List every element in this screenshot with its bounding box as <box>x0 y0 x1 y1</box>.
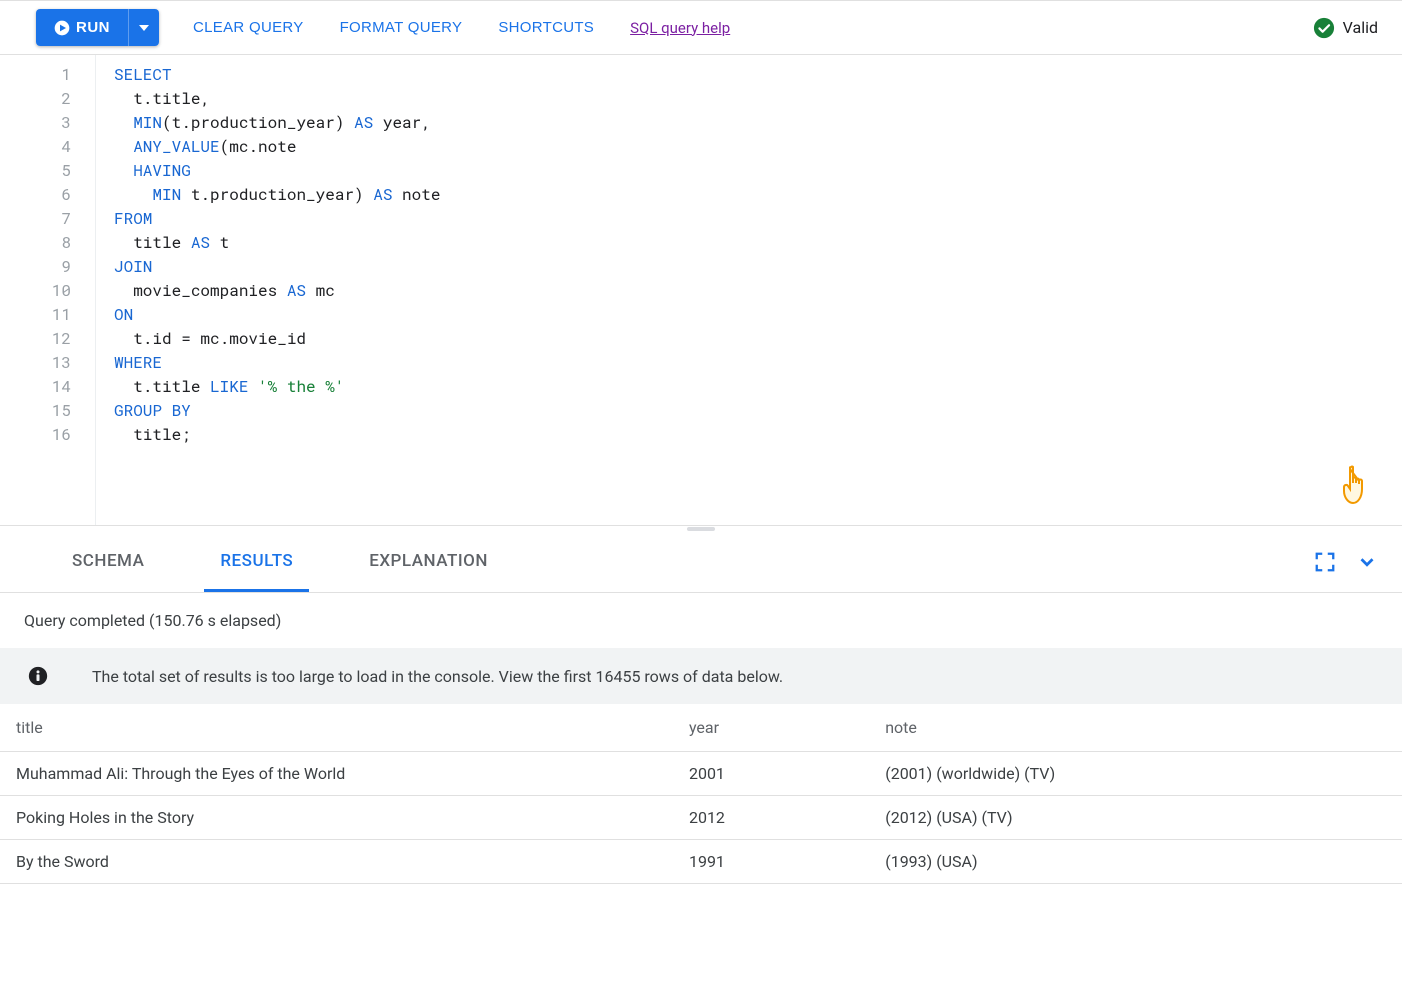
code-line[interactable]: MIN t.production_year) AS note <box>114 183 1402 207</box>
line-number: 2 <box>0 87 71 111</box>
table-row[interactable]: Poking Holes in the Story2012(2012) (USA… <box>0 796 1402 840</box>
table-cell: 2012 <box>673 796 869 840</box>
results-tabs: SCHEMA RESULTS EXPLANATION <box>0 531 1402 593</box>
table-cell: (1993) (USA) <box>869 840 1402 884</box>
line-number: 10 <box>0 279 71 303</box>
code-line[interactable]: t.title LIKE '% the %' <box>114 375 1402 399</box>
line-gutter: 12345678910111213141516 <box>0 55 96 525</box>
play-icon <box>54 20 70 36</box>
table-cell: Poking Holes in the Story <box>0 796 673 840</box>
code-line[interactable]: HAVING <box>114 159 1402 183</box>
line-number: 12 <box>0 327 71 351</box>
run-button[interactable]: RUN <box>36 9 128 46</box>
line-number: 14 <box>0 375 71 399</box>
line-number: 4 <box>0 135 71 159</box>
shortcuts-button[interactable]: SHORTCUTS <box>484 11 608 44</box>
caret-down-icon <box>139 25 149 31</box>
results-table: titleyearnote Muhammad Ali: Through the … <box>0 704 1402 884</box>
line-number: 7 <box>0 207 71 231</box>
table-cell: Muhammad Ali: Through the Eyes of the Wo… <box>0 752 673 796</box>
info-message: The total set of results is too large to… <box>92 667 783 686</box>
code-line[interactable]: ANY_VALUE(mc.note <box>114 135 1402 159</box>
sql-editor[interactable]: 12345678910111213141516 SELECT t.title, … <box>0 55 1402 525</box>
check-circle-icon <box>1313 17 1335 39</box>
code-line[interactable]: title AS t <box>114 231 1402 255</box>
chevron-down-icon[interactable] <box>1356 551 1378 573</box>
code-area[interactable]: SELECT t.title, MIN(t.production_year) A… <box>96 55 1402 525</box>
query-status: Query completed (150.76 s elapsed) <box>0 593 1402 648</box>
line-number: 16 <box>0 423 71 447</box>
code-line[interactable]: t.title, <box>114 87 1402 111</box>
code-line[interactable]: MIN(t.production_year) AS year, <box>114 111 1402 135</box>
table-row[interactable]: Muhammad Ali: Through the Eyes of the Wo… <box>0 752 1402 796</box>
line-number: 3 <box>0 111 71 135</box>
info-banner: The total set of results is too large to… <box>0 648 1402 704</box>
code-line[interactable]: FROM <box>114 207 1402 231</box>
table-cell: 1991 <box>673 840 869 884</box>
toolbar: RUN CLEAR QUERY FORMAT QUERY SHORTCUTS S… <box>0 0 1402 55</box>
code-line[interactable]: t.id = mc.movie_id <box>114 327 1402 351</box>
run-button-label: RUN <box>76 19 110 36</box>
tab-schema[interactable]: SCHEMA <box>56 531 160 592</box>
run-button-group: RUN <box>36 9 159 46</box>
line-number: 6 <box>0 183 71 207</box>
line-number: 9 <box>0 255 71 279</box>
code-line[interactable]: WHERE <box>114 351 1402 375</box>
code-line[interactable]: GROUP BY <box>114 399 1402 423</box>
code-line[interactable]: SELECT <box>114 63 1402 87</box>
sql-help-link[interactable]: SQL query help <box>616 11 744 45</box>
column-header[interactable]: year <box>673 704 869 752</box>
line-number: 8 <box>0 231 71 255</box>
code-line[interactable]: JOIN <box>114 255 1402 279</box>
tab-results[interactable]: RESULTS <box>204 531 309 592</box>
code-line[interactable]: ON <box>114 303 1402 327</box>
table-row[interactable]: By the Sword1991(1993) (USA) <box>0 840 1402 884</box>
table-cell: (2012) (USA) (TV) <box>869 796 1402 840</box>
validation-badge: Valid <box>1313 17 1378 39</box>
column-header[interactable]: note <box>869 704 1402 752</box>
code-line[interactable]: movie_companies AS mc <box>114 279 1402 303</box>
tab-explanation[interactable]: EXPLANATION <box>353 531 504 592</box>
info-icon <box>28 666 48 686</box>
fullscreen-icon[interactable] <box>1314 551 1336 573</box>
code-line[interactable]: title; <box>114 423 1402 447</box>
clear-query-button[interactable]: CLEAR QUERY <box>179 11 318 44</box>
line-number: 11 <box>0 303 71 327</box>
column-header[interactable]: title <box>0 704 673 752</box>
pointer-cursor-icon <box>1336 463 1374 509</box>
line-number: 13 <box>0 351 71 375</box>
line-number: 5 <box>0 159 71 183</box>
validation-label: Valid <box>1343 18 1378 37</box>
table-cell: 2001 <box>673 752 869 796</box>
table-cell: By the Sword <box>0 840 673 884</box>
table-cell: (2001) (worldwide) (TV) <box>869 752 1402 796</box>
line-number: 1 <box>0 63 71 87</box>
line-number: 15 <box>0 399 71 423</box>
format-query-button[interactable]: FORMAT QUERY <box>326 11 477 44</box>
run-dropdown-button[interactable] <box>128 9 159 46</box>
